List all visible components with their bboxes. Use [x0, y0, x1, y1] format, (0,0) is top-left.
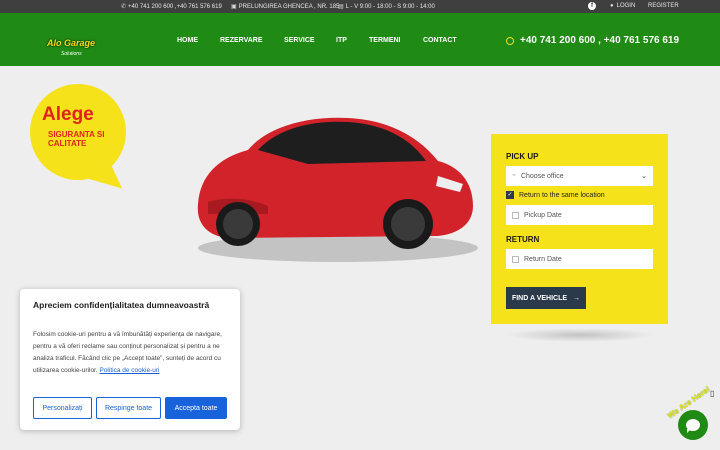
pickup-date-input[interactable]: Pickup Date — [506, 205, 653, 225]
office-select-value: Choose office — [520, 172, 564, 180]
chevron-down-icon: ⌄ — [641, 173, 647, 180]
bubble-tagline: SIGURANTA SI CALITATE — [48, 130, 105, 148]
topbar-phones-text: +40 741 200 600 ,+40 761 576 619 — [128, 3, 222, 10]
logo-sub: Solutions — [61, 51, 82, 57]
reject-all-button[interactable]: Respinge toate — [96, 397, 161, 419]
facebook-icon[interactable]: f — [588, 2, 596, 10]
topbar-address: ▣ PRELUNGIREA GHENCEA , NR. 185 — [231, 3, 340, 11]
nav-termeni[interactable]: TERMENI — [369, 37, 401, 44]
return-same-checkbox[interactable]: ✓ Return to the same location — [506, 191, 605, 199]
return-date-placeholder: Return Date — [524, 255, 562, 263]
topbar-hours-text: L - V 9:00 - 18:00 - S 9:00 - 14:00 — [345, 3, 435, 10]
nav-itp[interactable]: ITP — [336, 37, 347, 44]
pickup-label: PICK UP — [506, 152, 539, 161]
chat-button[interactable] — [678, 410, 708, 440]
nav-service[interactable]: SERVICE — [284, 37, 315, 44]
speech-bubble: Alege SIGURANTA SI CALITATE — [30, 84, 126, 180]
cookie-policy-link[interactable]: Politica de cookie-uri — [99, 367, 159, 374]
calendar-icon — [512, 211, 519, 219]
cookie-title: Apreciem confidențialitatea dumneavoastr… — [33, 300, 210, 310]
checkbox-checked-icon: ✓ — [506, 191, 514, 199]
register-link[interactable]: REGISTER — [648, 3, 679, 9]
topbar-address-text: PRELUNGIREA GHENCEA , NR. 185 — [238, 3, 340, 10]
cookie-text: Folosim cookie-uri pentru a vă îmbunătăț… — [33, 329, 229, 377]
login-label: LOGIN — [616, 3, 636, 9]
header-phone-text: +40 741 200 600 , +40 761 576 619 — [520, 35, 680, 46]
arrow-right-icon: → — [573, 294, 581, 302]
login-link[interactable]: ● LOGIN — [610, 3, 635, 9]
chat-bubble-icon — [686, 419, 700, 433]
site-logo[interactable]: Alo Garage Solutions — [47, 38, 99, 64]
calendar-icon — [512, 255, 519, 263]
booking-form: PICK UP ⌖ Choose office ⌄ ✓ Return to th… — [491, 134, 668, 324]
phone-icon: ✆ — [121, 4, 127, 10]
user-icon: ● — [610, 3, 614, 9]
form-shadow — [505, 328, 655, 342]
header-phone[interactable]: +40 741 200 600 , +40 761 576 619 — [506, 35, 679, 46]
bubble-headline: Alege — [42, 104, 94, 125]
calendar-icon: ▤ — [338, 4, 344, 10]
nav-home[interactable]: HOME — [177, 37, 198, 44]
location-pin-icon: ⌖ — [512, 172, 516, 179]
find-vehicle-button[interactable]: FIND A VEHICLE → — [506, 287, 586, 309]
topbar-phones: ✆ +40 741 200 600 ,+40 761 576 619 — [121, 3, 222, 11]
accept-all-button[interactable]: Accepta toate — [165, 397, 227, 419]
nav-rezervare[interactable]: REZERVARE — [220, 37, 263, 44]
cookie-consent-banner: Apreciem confidențialitatea dumneavoastr… — [20, 289, 240, 430]
logo-brand: Alo Garage — [47, 38, 96, 48]
customize-button[interactable]: Personalizați — [33, 397, 92, 419]
pickup-date-placeholder: Pickup Date — [524, 211, 562, 219]
topbar-hours: ▤ L - V 9:00 - 18:00 - S 9:00 - 14:00 — [338, 3, 435, 11]
nav-contact[interactable]: CONTACT — [423, 37, 457, 44]
building-icon: ▣ — [231, 4, 237, 10]
return-date-input[interactable]: Return Date — [506, 249, 653, 269]
top-bar: ✆ +40 741 200 600 ,+40 761 576 619 ▣ PRE… — [0, 0, 720, 13]
find-vehicle-label: FIND A VEHICLE — [511, 294, 568, 302]
office-select[interactable]: ⌖ Choose office ⌄ — [506, 166, 653, 186]
car-image — [197, 117, 478, 262]
return-label: RETURN — [506, 235, 540, 244]
return-same-label: Return to the same location — [519, 191, 605, 199]
phone-icon — [506, 36, 514, 45]
